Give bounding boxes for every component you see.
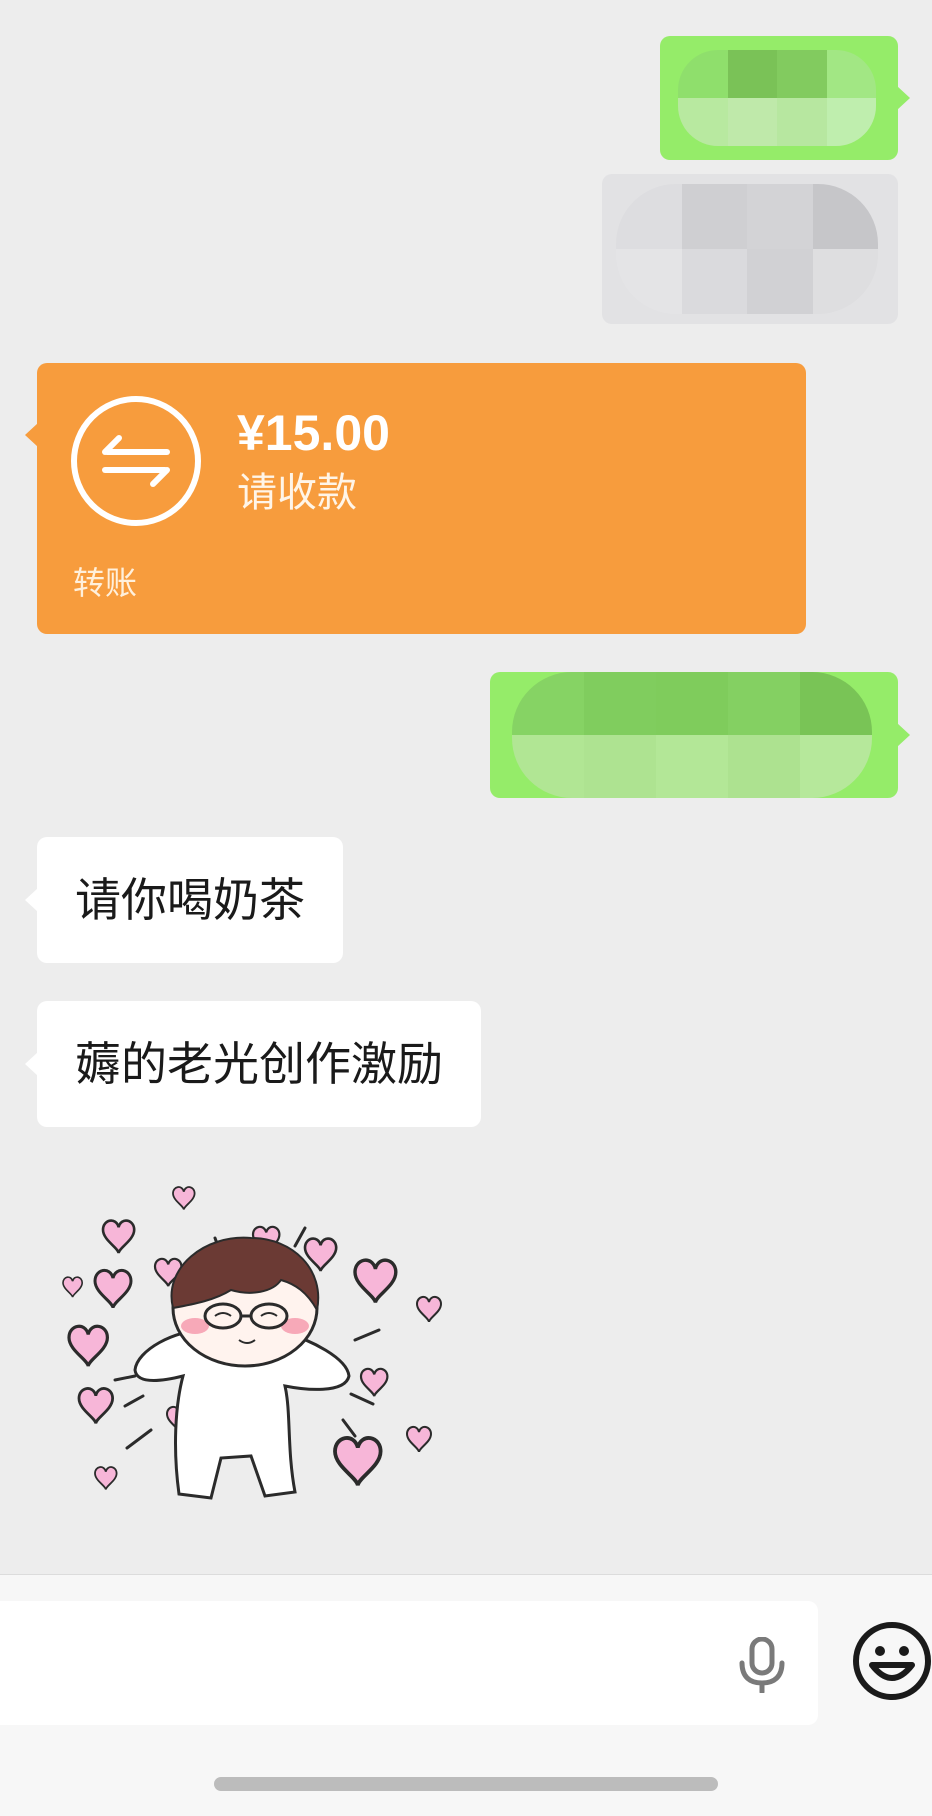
bubble-tail [897,723,910,747]
bubble-tail [25,1052,38,1076]
incoming-text-message[interactable]: 薅的老光创作激励 [25,1001,481,1127]
hugging-boy-hearts-sticker[interactable] [55,1180,455,1520]
transfer-icon [71,396,201,526]
bubble-tail [25,423,38,447]
redaction-mosaic [616,184,878,314]
incoming-text-message[interactable]: 请你喝奶茶 [25,837,343,963]
outgoing-message-redacted[interactable] [660,36,910,160]
outgoing-message-redacted[interactable] [602,174,898,324]
transfer-card[interactable]: ¥15.00 请收款 转账 [25,363,806,634]
bubble-tail [25,888,38,912]
message-input[interactable] [0,1601,818,1725]
message-text: 请你喝奶茶 [75,873,305,927]
bubble-tail [897,86,910,110]
transfer-status: 请收款 [237,470,357,516]
message-list[interactable]: ¥15.00 请收款 转账 请你喝奶茶 薅的老光创作激励 [0,0,932,1574]
chat-screen: ¥15.00 请收款 转账 请你喝奶茶 薅的老光创作激励 [0,0,932,1816]
redaction-mosaic [678,50,876,146]
outgoing-message-redacted[interactable] [490,672,910,798]
smiley-face-icon[interactable] [852,1621,932,1707]
transfer-label: 转账 [73,564,138,602]
home-indicator[interactable] [214,1777,718,1791]
microphone-icon[interactable] [736,1636,788,1695]
input-bar [0,1574,932,1816]
redaction-mosaic [512,672,872,798]
transfer-amount: ¥15.00 [237,405,390,461]
message-text: 薅的老光创作激励 [75,1037,443,1091]
